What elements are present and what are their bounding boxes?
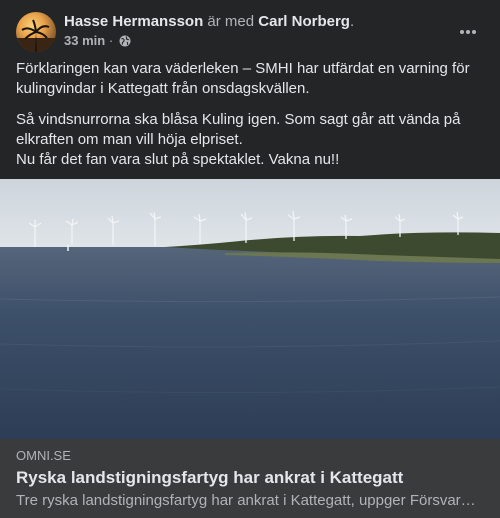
tagged-name[interactable]: Carl Norberg: [258, 13, 350, 30]
more-options-button[interactable]: [452, 16, 484, 48]
more-horizontal-icon: [460, 30, 476, 34]
link-title[interactable]: Ryska landstigningsfartyg har ankrat i K…: [16, 467, 403, 489]
author-avatar[interactable]: [16, 12, 56, 52]
post-text: Förklaringen kan vara väderleken – SMHI …: [16, 59, 486, 181]
post-paragraph: Så vindsnurrorna ska blåsa Kuling igen. …: [16, 111, 461, 168]
post-header: Hasse Hermansson är med Carl Norberg. 33…: [16, 12, 484, 52]
link-description: Tre ryska landstigningsfartyg har ankrat…: [16, 492, 476, 509]
author-line: Hasse Hermansson är med Carl Norberg.: [64, 12, 354, 32]
post-paragraph: Förklaringen kan vara väderleken – SMHI …: [16, 60, 470, 97]
with-text: är med: [207, 13, 255, 30]
link-preview-card[interactable]: omni.se Ryska landstigningsfartyg har an…: [0, 439, 500, 518]
post-time[interactable]: 33 min: [64, 33, 105, 48]
link-domain: omni.se: [16, 448, 71, 463]
globe-icon[interactable]: [119, 35, 131, 51]
author-name[interactable]: Hasse Hermansson: [64, 13, 203, 30]
post-meta: 33 min ·: [64, 33, 131, 51]
tagged-suffix: .: [349, 13, 355, 30]
meta-separator: ·: [108, 33, 114, 48]
link-preview-image[interactable]: [0, 179, 500, 439]
